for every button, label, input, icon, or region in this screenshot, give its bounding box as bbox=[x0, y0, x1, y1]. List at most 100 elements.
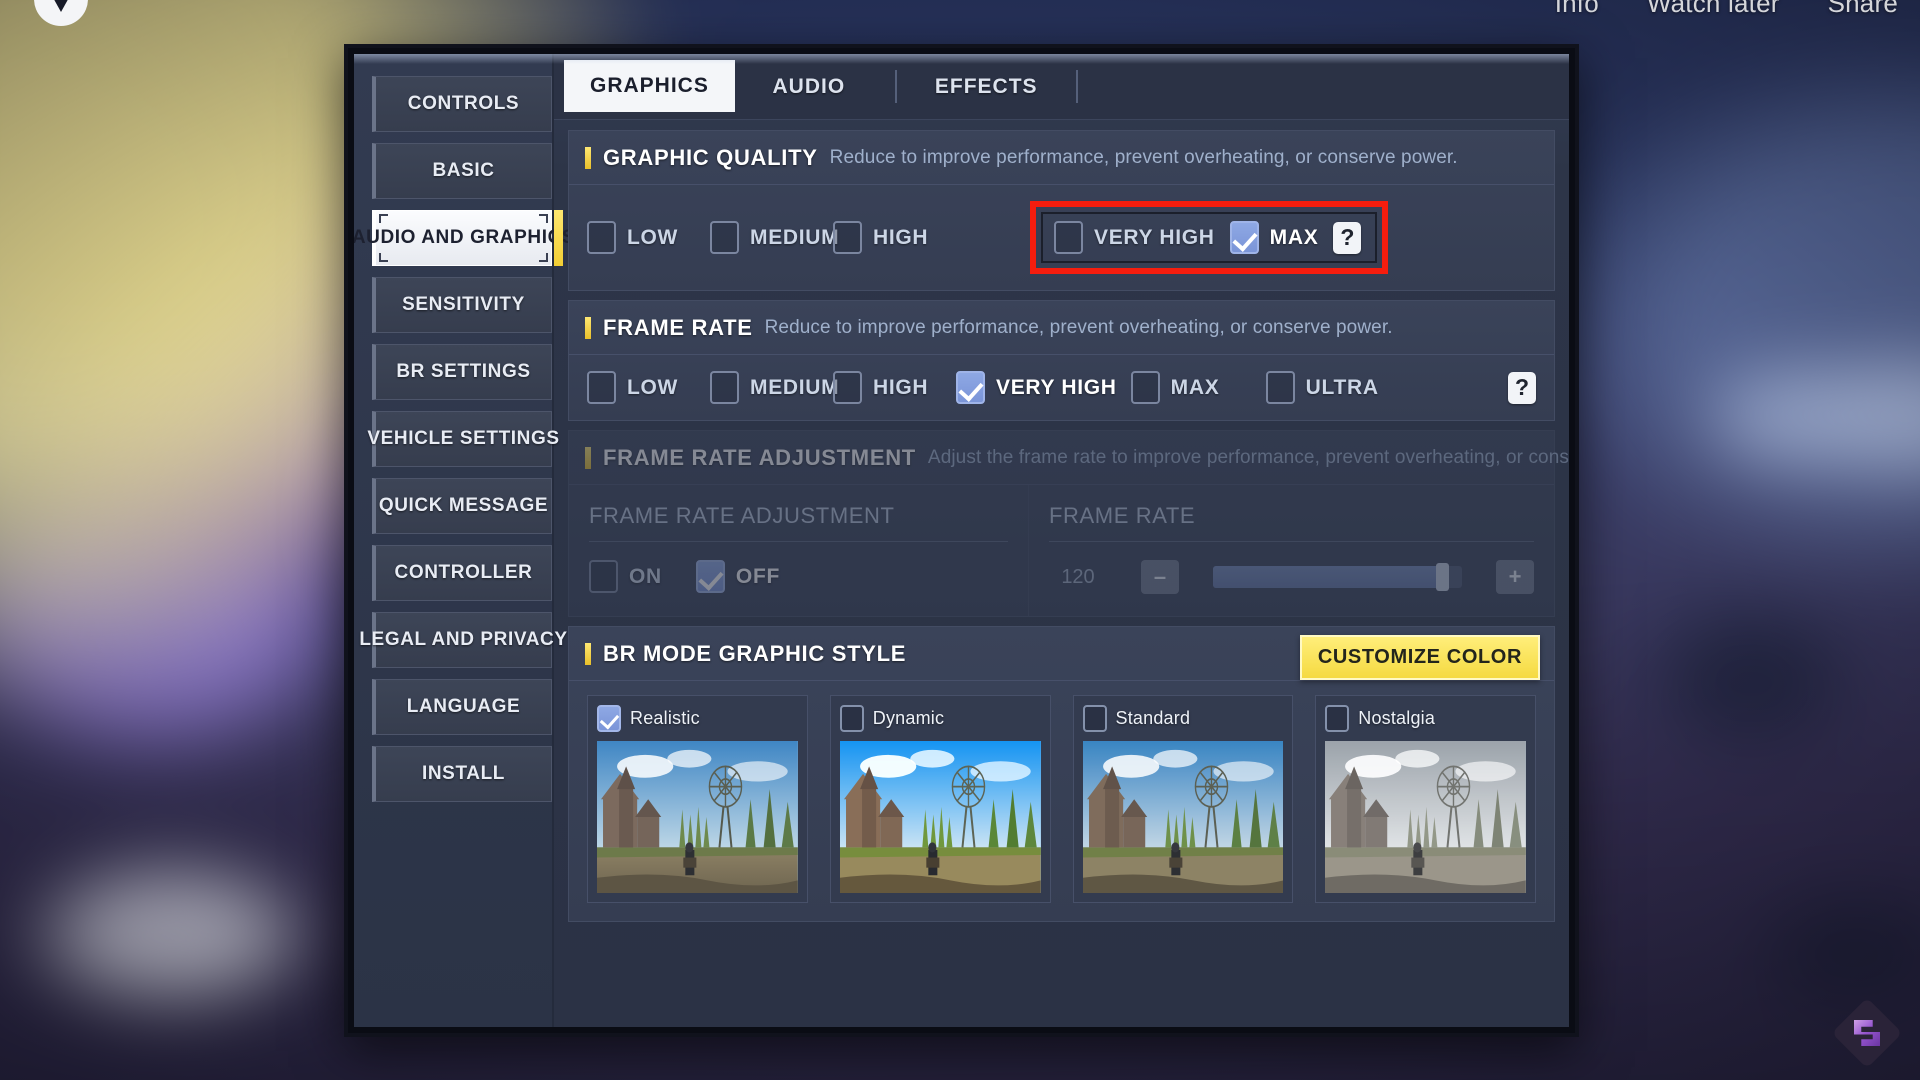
overlay-item-watch-later[interactable]: Watch later bbox=[1647, 0, 1780, 19]
br-mode-graphic-style-header: BR MODE GRAPHIC STYLE CUSTOMIZE COLOR bbox=[569, 627, 1554, 680]
sidebar-item-legal-and-privacy[interactable]: LEGAL AND PRIVACY bbox=[359, 612, 567, 668]
sidebar-item-install[interactable]: INSTALL bbox=[372, 746, 552, 802]
frame-rate-option-very-high[interactable]: VERY HIGH bbox=[956, 371, 1117, 404]
tab-label: EFFECTS bbox=[934, 74, 1038, 98]
frame-rate-card: FRAME RATE Reduce to improve performance… bbox=[568, 300, 1555, 421]
sidebar-item-vehicle-settings[interactable]: VEHICLE SETTINGS bbox=[367, 411, 559, 467]
sidebar-item-label: LEGAL AND PRIVACY bbox=[359, 629, 568, 650]
slider-handle[interactable] bbox=[1436, 563, 1450, 591]
checkbox-checked-icon[interactable] bbox=[597, 705, 621, 732]
frame-rate-title: FRAME RATE bbox=[603, 315, 753, 340]
frame-rate-adjustment-card: FRAME RATE ADJUSTMENT Adjust the frame r… bbox=[568, 430, 1569, 617]
sidebar-item-label: QUICK MESSAGE bbox=[378, 495, 549, 516]
br-style-thumbnail bbox=[1325, 741, 1526, 893]
checkbox-unchecked-icon[interactable] bbox=[839, 705, 864, 732]
checkbox-checked-icon[interactable] bbox=[1229, 221, 1259, 254]
settings-window: CONTROLS BASIC AUDIO AND GRAPHICS SENSIT… bbox=[344, 44, 1579, 1037]
tab-effects[interactable]: EFFECTS bbox=[909, 54, 1064, 119]
yellow-accent-bar-icon bbox=[585, 147, 591, 169]
graphic-quality-highlight-box: VERY HIGH MAX ? bbox=[1030, 201, 1389, 274]
br-style-thumbnail bbox=[597, 741, 798, 893]
checkbox-unchecked-icon[interactable] bbox=[833, 371, 862, 404]
overlay-item-share[interactable]: Share bbox=[1828, 0, 1898, 19]
sidebar-item-quick-message[interactable]: QUICK MESSAGE bbox=[372, 478, 552, 534]
br-style-standard[interactable]: Standard bbox=[1072, 695, 1294, 903]
sidebar-item-label: VEHICLE SETTINGS bbox=[367, 428, 560, 449]
checkbox-unchecked-icon[interactable] bbox=[833, 221, 862, 254]
sidebar-item-sensitivity[interactable]: SENSITIVITY bbox=[372, 277, 552, 333]
yellow-accent-bar-icon bbox=[585, 643, 591, 665]
sidebar-item-label: INSTALL bbox=[421, 763, 505, 784]
sidebar-item-label: AUDIO AND GRAPHICS bbox=[354, 227, 576, 248]
checkbox-unchecked-icon[interactable] bbox=[1054, 221, 1083, 254]
checkbox-checked-icon[interactable] bbox=[695, 560, 725, 593]
checkbox-unchecked-icon[interactable] bbox=[587, 371, 616, 404]
frame-rate-option-max[interactable]: MAX bbox=[1130, 371, 1266, 404]
sidebar-item-basic[interactable]: BASIC bbox=[372, 143, 552, 199]
video-player-overlay: Info Watch later Share bbox=[1555, 0, 1920, 26]
question-mark-icon[interactable]: ? bbox=[1508, 371, 1536, 404]
settings-scroll-area[interactable]: GRAPHIC QUALITY Reduce to improve perfor… bbox=[554, 120, 1569, 1027]
br-mode-graphic-style-title: BR MODE GRAPHIC STYLE bbox=[603, 641, 907, 666]
frame-rate-adjustment-title: FRAME RATE ADJUSTMENT bbox=[603, 445, 916, 470]
br-style-nostalgia[interactable]: Nostalgia bbox=[1315, 695, 1536, 903]
checkbox-unchecked-icon[interactable] bbox=[1082, 705, 1107, 732]
frame-rate-increase-button[interactable]: + bbox=[1496, 560, 1534, 594]
frame-rate-option-high[interactable]: HIGH bbox=[833, 371, 956, 404]
frame-rate-adjustment-body: FRAME RATE ADJUSTMENT ON OFF FRAME RATE … bbox=[569, 484, 1554, 616]
graphic-quality-option-low[interactable]: LOW bbox=[587, 221, 710, 254]
checkbox-unchecked-icon[interactable] bbox=[710, 221, 739, 254]
graphic-quality-option-max[interactable]: MAX bbox=[1229, 221, 1319, 254]
settings-sidebar: CONTROLS BASIC AUDIO AND GRAPHICS SENSIT… bbox=[354, 54, 575, 1027]
frame-rate-slider[interactable] bbox=[1213, 563, 1462, 591]
frame-rate-option-ultra[interactable]: ULTRA bbox=[1265, 371, 1379, 404]
question-mark-icon[interactable]: ? bbox=[1333, 221, 1362, 254]
tab-separator bbox=[894, 70, 897, 103]
settings-content: GRAPHICS AUDIO EFFECTS GRAPHIC QUALITY R… bbox=[554, 54, 1569, 1027]
checkbox-unchecked-icon[interactable] bbox=[710, 371, 739, 404]
graphic-quality-header: GRAPHIC QUALITY Reduce to improve perfor… bbox=[569, 131, 1554, 184]
br-style-list: Realistic Dynamic Standard Nostalgia bbox=[569, 680, 1554, 921]
checkbox-unchecked-icon[interactable] bbox=[587, 221, 616, 254]
graphic-quality-description: Reduce to improve performance, prevent o… bbox=[829, 147, 1458, 168]
br-style-realistic[interactable]: Realistic bbox=[587, 695, 808, 903]
frame-rate-decrease-button[interactable]: – bbox=[1141, 560, 1179, 594]
yellow-accent-bar-icon bbox=[585, 317, 591, 339]
graphic-quality-body: LOW MEDIUM HIGH VERY HIGH MAX ? bbox=[569, 184, 1554, 290]
sidebar-item-label: SENSITIVITY bbox=[402, 294, 525, 315]
frame-rate-body: LOW MEDIUM HIGH VERY HIGH MAX ULTRA ? bbox=[569, 354, 1554, 420]
graphic-quality-option-very-high[interactable]: VERY HIGH bbox=[1054, 221, 1215, 254]
sidebar-item-controls[interactable]: CONTROLS bbox=[372, 76, 552, 132]
tab-separator bbox=[1075, 70, 1078, 103]
checkbox-unchecked-icon[interactable] bbox=[1265, 371, 1295, 404]
checkbox-checked-icon[interactable] bbox=[956, 371, 985, 404]
customize-color-button[interactable]: CUSTOMIZE COLOR bbox=[1299, 635, 1540, 680]
frame-rate-adjustment-on[interactable]: ON bbox=[589, 560, 662, 593]
overlay-item-info[interactable]: Info bbox=[1555, 0, 1599, 19]
checkbox-unchecked-icon[interactable] bbox=[589, 560, 618, 593]
graphic-quality-title: GRAPHIC QUALITY bbox=[603, 145, 818, 170]
br-mode-graphic-style-card: BR MODE GRAPHIC STYLE CUSTOMIZE COLOR Re… bbox=[568, 626, 1555, 922]
sidebar-item-br-settings[interactable]: BR SETTINGS bbox=[372, 344, 552, 400]
frame-rate-adjustment-header: FRAME RATE ADJUSTMENT Adjust the frame r… bbox=[569, 431, 1569, 484]
frame-rate-option-low[interactable]: LOW bbox=[587, 371, 710, 404]
frame-rate-adjustment-description: Adjust the frame rate to improve perform… bbox=[927, 447, 1569, 468]
sidebar-item-label: BASIC bbox=[432, 160, 495, 181]
sidebar-item-label: CONTROLS bbox=[407, 93, 520, 114]
sidebar-item-controller[interactable]: CONTROLLER bbox=[372, 545, 552, 601]
graphic-quality-option-medium[interactable]: MEDIUM bbox=[710, 221, 839, 254]
frame-rate-adjustment-off[interactable]: OFF bbox=[695, 560, 780, 593]
frame-rate-option-medium[interactable]: MEDIUM bbox=[710, 371, 839, 404]
checkbox-unchecked-icon[interactable] bbox=[1130, 371, 1160, 404]
frame-rate-header: FRAME RATE Reduce to improve performance… bbox=[569, 301, 1554, 354]
checkbox-unchecked-icon[interactable] bbox=[1325, 705, 1350, 732]
br-style-thumbnail bbox=[1082, 741, 1284, 893]
sidebar-item-audio-and-graphics[interactable]: AUDIO AND GRAPHICS bbox=[354, 210, 575, 266]
graphic-quality-option-high[interactable]: HIGH bbox=[833, 221, 956, 254]
tab-audio[interactable]: AUDIO bbox=[735, 54, 883, 119]
br-style-dynamic[interactable]: Dynamic bbox=[829, 695, 1051, 903]
sidebar-item-language[interactable]: LANGUAGE bbox=[372, 679, 552, 735]
graphic-quality-card: GRAPHIC QUALITY Reduce to improve perfor… bbox=[568, 130, 1555, 291]
tab-graphics[interactable]: GRAPHICS bbox=[564, 60, 735, 112]
frame-rate-slider-label: FRAME RATE bbox=[1049, 503, 1534, 542]
